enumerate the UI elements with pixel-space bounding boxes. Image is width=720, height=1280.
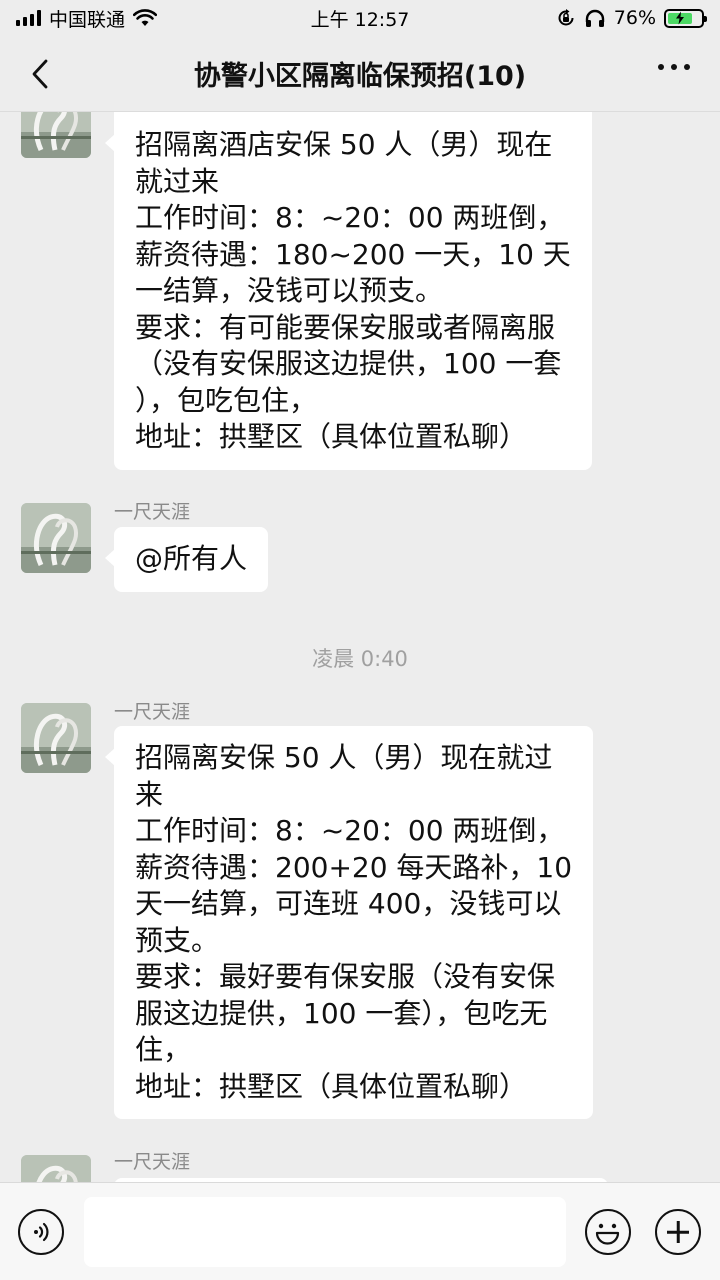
avatar-image <box>21 112 91 158</box>
wifi-icon <box>133 9 158 26</box>
message-text: ），包吃包住， <box>135 383 318 417</box>
add-button[interactable] <box>655 1209 701 1255</box>
message-input[interactable] <box>84 1197 566 1267</box>
message-bubble[interactable]: 招隔离酒店安保 50 人（男）现在 就过来 工作时间：8：~20：00 两班倒， 薪资… <box>105 112 592 470</box>
avatar-image <box>21 503 91 573</box>
status-bar: 中国联通 上午 12:57 76% <box>0 0 720 36</box>
battery-icon <box>664 8 707 28</box>
message-text: 要求：有可能要保安服或者隔离服 <box>135 310 556 344</box>
message-text: 预支。 <box>135 923 220 957</box>
message-text: 就过来 <box>135 164 220 198</box>
message-text: 住， <box>135 1033 192 1066</box>
status-left: 中国联通 <box>16 5 158 32</box>
avatar[interactable] <box>21 503 91 573</box>
signal-icon <box>16 10 41 26</box>
more-button[interactable] <box>658 64 690 70</box>
battery-level <box>668 11 693 25</box>
sender-name: 一尺天涯 <box>114 701 191 723</box>
more-dot-icon <box>658 64 664 70</box>
sender-name: 一尺天涯 <box>114 501 191 523</box>
avatar-image <box>21 703 91 773</box>
avatar[interactable] <box>21 112 91 158</box>
chat-area[interactable]: 招隔离酒店安保 50 人（男）现在 就过来 工作时间：8：~20：00 两班倒， 薪资… <box>0 112 720 1182</box>
message-text: 招隔离安保 50 人（男）现在就过 <box>135 741 553 774</box>
chat-title: 协警小区隔离临保预招(10) <box>193 61 527 92</box>
message-text: 天一结算，可连班 400，没钱可以 <box>135 887 562 920</box>
headphones-icon <box>585 9 604 27</box>
timestamp: 凌晨 0:40 <box>312 647 408 671</box>
chat-header: 协警小区隔离临保预招(10) <box>0 36 720 112</box>
message-bubble[interactable]: @所有人 <box>104 527 269 592</box>
message-text: （没有安保服这边提供，100 一套 <box>135 347 562 380</box>
input-bar <box>0 1182 720 1280</box>
message-text: 一结算，没钱可以预支。 <box>135 274 444 307</box>
message-text: 工作时间：8：~20：00 两班倒， <box>135 201 565 234</box>
more-dot-icon <box>671 64 677 70</box>
message-text: 薪资待遇：200+20 每天路补，10 <box>135 850 573 884</box>
status-right: 76% <box>556 7 707 29</box>
more-dot-icon <box>684 64 690 70</box>
voice-icon <box>34 1222 49 1242</box>
message-bubble[interactable]: 招隔离安保 50 人（男）现在就过来工作时间：8：~20：00 两班倒， 薪资待遇… <box>104 726 594 1119</box>
message-text: 招隔离酒店安保 50 人（男）现在 <box>135 128 553 161</box>
message-text: 地址：拱墅区（具体位置私聊） <box>135 1069 528 1103</box>
message-text: 来 <box>135 777 164 811</box>
message-text: 要求：最好要有保安服（没有安保 <box>135 960 556 993</box>
chevron-left-icon <box>32 59 48 89</box>
orientation-lock-icon <box>558 9 574 26</box>
carrier-name: 中国联通 <box>49 8 126 31</box>
smiley-icon <box>595 1223 620 1245</box>
charging-icon <box>676 11 685 25</box>
avatar[interactable] <box>21 703 91 773</box>
back-button[interactable] <box>22 56 58 92</box>
message-text: 服这边提供，100 一套），包吃无 <box>135 996 548 1030</box>
message-text: 工作时间：8：~20：00 两班倒， <box>135 814 565 847</box>
message-text: 薪资待遇：180~200 一天，10 天 <box>135 237 571 271</box>
emoji-button[interactable] <box>585 1209 631 1255</box>
message-text: @所有人 <box>135 542 248 575</box>
battery-percent: 76% <box>613 7 656 29</box>
avatar-image <box>21 1155 91 1182</box>
sender-name: 一尺天涯 <box>114 1151 191 1173</box>
avatar[interactable] <box>21 1155 91 1182</box>
message-text: 地址：拱墅区（具体位置私聊） <box>135 420 528 453</box>
voice-button[interactable] <box>18 1209 64 1255</box>
